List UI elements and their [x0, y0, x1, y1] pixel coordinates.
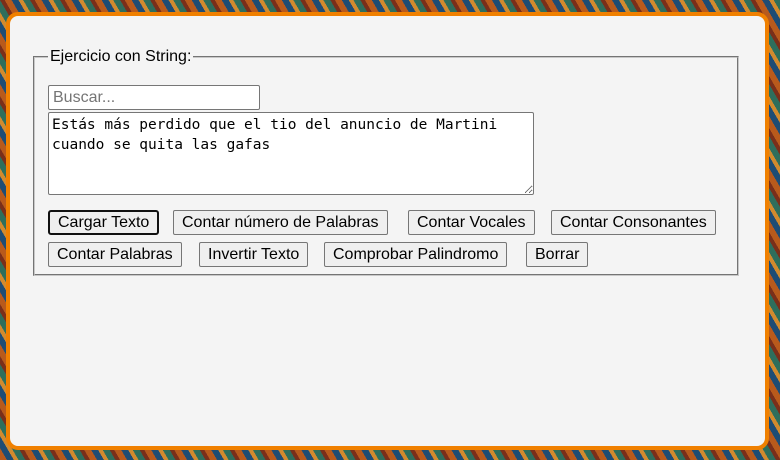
text-input-area[interactable]: Estás más perdido que el tio del anuncio… — [48, 112, 534, 195]
check-palindrome-button[interactable]: Comprobar Palindromo — [324, 242, 508, 267]
app-card: Ejercicio con String: Estás más perdido … — [6, 12, 769, 450]
load-text-button[interactable]: Cargar Texto — [48, 210, 160, 235]
count-vowels-button[interactable]: Contar Vocales — [408, 210, 535, 235]
search-input[interactable] — [48, 85, 260, 110]
clear-button[interactable]: Borrar — [526, 242, 589, 267]
count-words-button[interactable]: Contar Palabras — [48, 242, 182, 267]
fieldset-legend: Ejercicio con String: — [50, 48, 192, 65]
count-words-number-button[interactable]: Contar número de Palabras — [173, 210, 388, 235]
count-consonants-button[interactable]: Contar Consonantes — [551, 210, 716, 235]
reverse-text-button[interactable]: Invertir Texto — [199, 242, 309, 267]
